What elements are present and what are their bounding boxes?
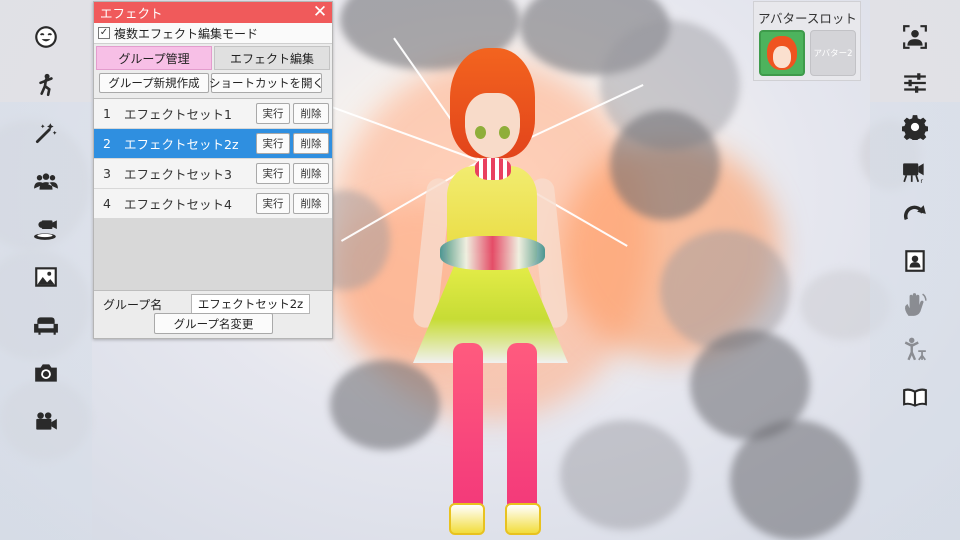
set-number: 1 (103, 106, 111, 121)
motion-capture-icon[interactable] (900, 334, 930, 364)
set-name: エフェクトセット1 (124, 107, 232, 122)
camera-icon[interactable] (31, 358, 61, 388)
avatar-slot-1[interactable] (759, 30, 805, 76)
group-action-row: グループ新規作成 ショートカットを開く (94, 70, 332, 95)
set-number: 3 (103, 166, 111, 181)
set-name: エフェクトセット2z (124, 137, 239, 152)
set-number: 4 (103, 196, 111, 211)
panel-title-bar[interactable]: エフェクト ✕ (94, 2, 332, 23)
redo-arrow-icon[interactable] (900, 200, 930, 230)
effect-panel: エフェクト ✕ ✓ 複数エフェクト編集モード グループ管理 エフェクト編集 グル… (93, 1, 333, 339)
portrait-icon[interactable] (900, 246, 930, 276)
multi-edit-checkbox[interactable]: ✓ (98, 27, 110, 39)
avatar-slot-2-label: アバター2 (813, 49, 853, 59)
avatar-slot-panel: アバタースロット アバター2 (753, 1, 861, 81)
rename-group-button[interactable]: グループ名変更 (154, 313, 273, 334)
tab-effect-edit[interactable]: エフェクト編集 (214, 46, 330, 70)
stage-camera-icon[interactable] (31, 214, 61, 244)
panel-tabs: グループ管理 エフェクト編集 (94, 44, 332, 70)
open-shortcut-button[interactable]: ショートカットを開く (209, 73, 324, 93)
run-button[interactable]: 実行 (256, 133, 290, 154)
wave-hand-icon[interactable] (900, 290, 930, 320)
effect-set-list[interactable]: 1 エフェクトセット1 実行 削除 2 エフェクトセット2z 実行 削除 3 エ… (94, 98, 332, 291)
avatar-figure[interactable] (395, 38, 585, 538)
run-button[interactable]: 実行 (256, 193, 290, 214)
magic-wand-icon[interactable] (31, 118, 61, 148)
delete-button[interactable]: 削除 (293, 163, 329, 184)
effect-set-row[interactable]: 4 エフェクトセット4 実行 削除 (94, 189, 332, 218)
set-number: 2 (103, 136, 111, 151)
set-name: エフェクトセット4 (124, 197, 232, 212)
tab-group-management[interactable]: グループ管理 (96, 46, 212, 70)
group-name-label: グループ名 (103, 297, 163, 312)
gear-icon[interactable] (900, 112, 930, 142)
video-camera-icon[interactable] (31, 406, 61, 436)
sofa-icon[interactable] (31, 310, 61, 340)
avatar-thumbnail (773, 46, 791, 68)
person-frame-icon[interactable] (900, 22, 930, 52)
multi-edit-mode-row[interactable]: ✓ 複数エフェクト編集モード (94, 23, 332, 44)
run-button[interactable]: 実行 (256, 163, 290, 184)
set-name: エフェクトセット3 (124, 167, 232, 182)
image-icon[interactable] (31, 262, 61, 292)
pose-icon[interactable] (31, 70, 61, 100)
sliders-icon[interactable] (900, 68, 930, 98)
book-icon[interactable] (900, 382, 930, 412)
recording-camera-icon[interactable]: r (900, 156, 930, 186)
left-toolbar (0, 0, 92, 540)
right-toolbar: r (870, 0, 960, 540)
avatar-slot-2[interactable]: アバター2 (810, 30, 856, 76)
delete-button[interactable]: 削除 (293, 133, 329, 154)
delete-button[interactable]: 削除 (293, 103, 329, 124)
new-group-button[interactable]: グループ新規作成 (99, 73, 209, 93)
multi-edit-label: 複数エフェクト編集モード (114, 26, 259, 41)
face-icon[interactable] (31, 22, 61, 52)
effect-set-row[interactable]: 1 エフェクトセット1 実行 削除 (94, 99, 332, 128)
effect-set-row-selected[interactable]: 2 エフェクトセット2z 実行 削除 (94, 129, 332, 158)
panel-title: エフェクト (100, 6, 163, 21)
delete-button[interactable]: 削除 (293, 193, 329, 214)
effect-set-row[interactable]: 3 エフェクトセット3 実行 削除 (94, 159, 332, 188)
run-button[interactable]: 実行 (256, 103, 290, 124)
avatar-slot-title: アバタースロット (758, 11, 857, 26)
svg-text:r: r (920, 177, 923, 184)
group-icon[interactable] (31, 166, 61, 196)
close-icon[interactable]: ✕ (311, 3, 329, 21)
group-name-field[interactable]: エフェクトセット2z (191, 294, 310, 314)
group-name-row: グループ名 エフェクトセット2z (94, 291, 332, 315)
